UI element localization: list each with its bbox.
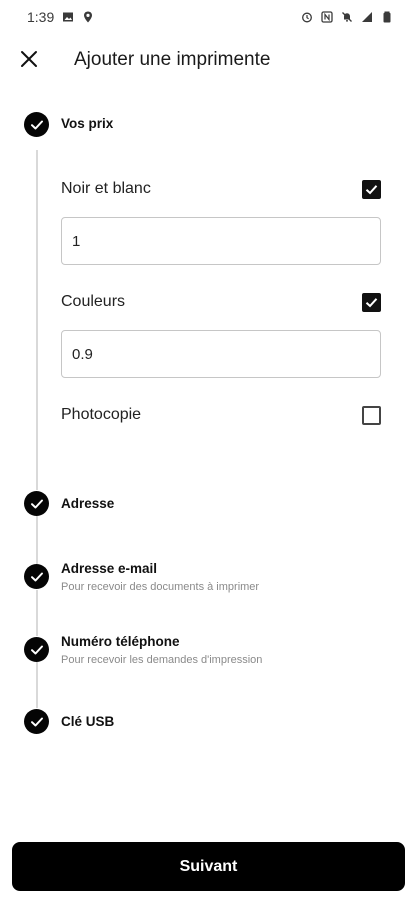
step-subtitle: Pour recevoir des documents à imprimer [61,581,260,593]
photocopy-checkbox[interactable] [362,405,381,425]
check-icon [24,112,49,137]
checkmark-icon [365,184,378,194]
next-button[interactable]: Suivant [12,842,405,891]
close-icon [21,51,37,67]
signal-icon [362,12,372,22]
check-icon [24,564,49,589]
step-title: Clé USB [61,714,115,729]
status-time: 1:39 [27,9,55,25]
step-cle-usb[interactable]: Clé USB [24,709,114,734]
step-subtitle: Pour recevoir les demandes d'impression [61,654,263,666]
step-title: Vos prix [61,116,114,131]
nfc-icon [321,11,333,23]
step-adresse[interactable]: Adresse [24,491,114,516]
bw-price-input[interactable]: 1 [61,217,381,265]
option-photocopie: Photocopie [61,402,381,428]
alarm-icon [302,12,312,23]
status-bar: 1:39 [0,0,415,34]
checkmark-icon [365,297,378,307]
battery-icon [383,11,391,23]
bw-price-value: 1 [72,232,81,250]
stepper-line [36,516,38,564]
image-icon [63,12,74,22]
step-title: Adresse [61,496,115,511]
option-label: Couleurs [61,293,126,310]
check-icon [24,491,49,516]
option-noir-et-blanc: Noir et blanc [61,176,381,202]
page-title: Ajouter une imprimente [74,49,271,70]
close-button[interactable] [14,44,44,74]
color-price-input[interactable]: 0.9 [61,330,381,378]
location-pin-icon [84,11,93,23]
step-adresse-email[interactable]: Adresse e-mail Pour recevoir des documen… [24,561,260,593]
step-title: Numéro téléphone [61,634,180,649]
option-label: Photocopie [61,406,142,423]
bw-checkbox[interactable] [362,179,381,199]
stepper-line [36,662,38,708]
app-bar: Ajouter une imprimente [0,36,415,84]
step-vos-prix[interactable]: Vos prix [24,112,113,137]
check-icon [24,709,49,734]
check-icon [24,637,49,662]
stepper-line [36,150,38,490]
notifications-off-icon [342,12,352,22]
step-numero-telephone[interactable]: Numéro téléphone Pour recevoir les deman… [24,634,263,666]
step-title: Adresse e-mail [61,561,158,576]
color-checkbox[interactable] [362,292,381,312]
stepper-line [36,590,38,636]
option-couleurs: Couleurs [61,289,381,315]
color-price-value: 0.9 [72,345,93,363]
option-label: Noir et blanc [61,180,151,197]
